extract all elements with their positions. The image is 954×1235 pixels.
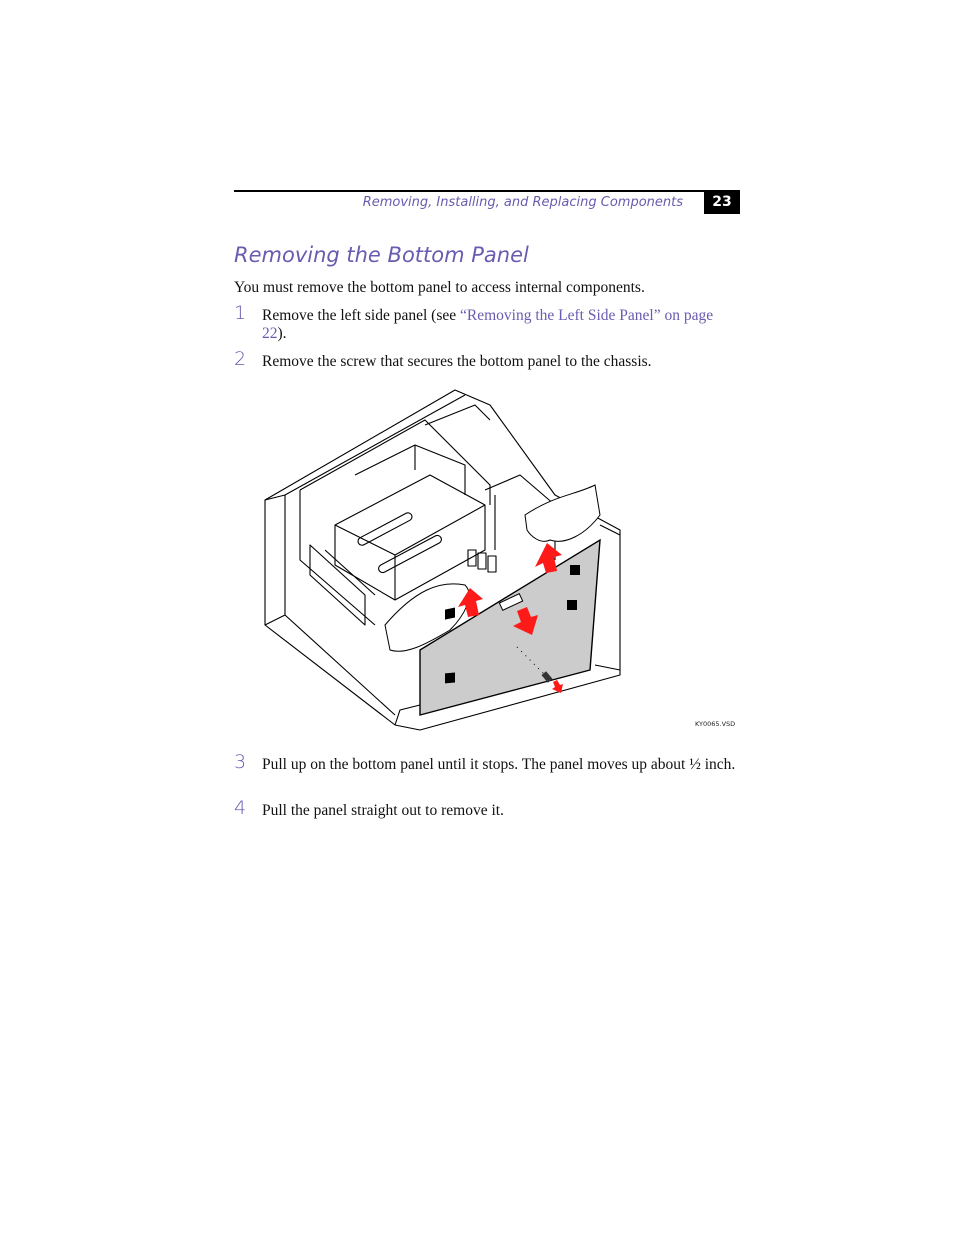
running-head: Removing, Installing, and Replacing Comp…: [362, 195, 683, 210]
step-number: 1: [234, 302, 247, 324]
step-text: Pull up on the bottom panel until it sto…: [262, 756, 736, 773]
section-title: Removing the Bottom Panel: [234, 243, 529, 267]
step-text: Remove the left side panel (see “Removin…: [262, 307, 740, 343]
intro-paragraph: You must remove the bottom panel to acce…: [234, 279, 645, 296]
step-text-after: ).: [277, 325, 287, 342]
step-text-before: Remove the left side panel (see: [262, 307, 460, 324]
bottom-panel-removal-illustration: [255, 385, 740, 735]
step-text: Pull the panel straight out to remove it…: [262, 802, 504, 819]
page-number: 23: [704, 191, 740, 214]
step-text: Remove the screw that secures the bottom…: [262, 353, 652, 370]
figure-label: KY0065.VSD: [695, 720, 736, 728]
step-number: 4: [234, 797, 247, 819]
chassis-drawing: [264, 389, 621, 731]
step-number: 2: [234, 348, 247, 370]
step-number: 3: [234, 751, 247, 773]
header-rule: [234, 190, 740, 192]
